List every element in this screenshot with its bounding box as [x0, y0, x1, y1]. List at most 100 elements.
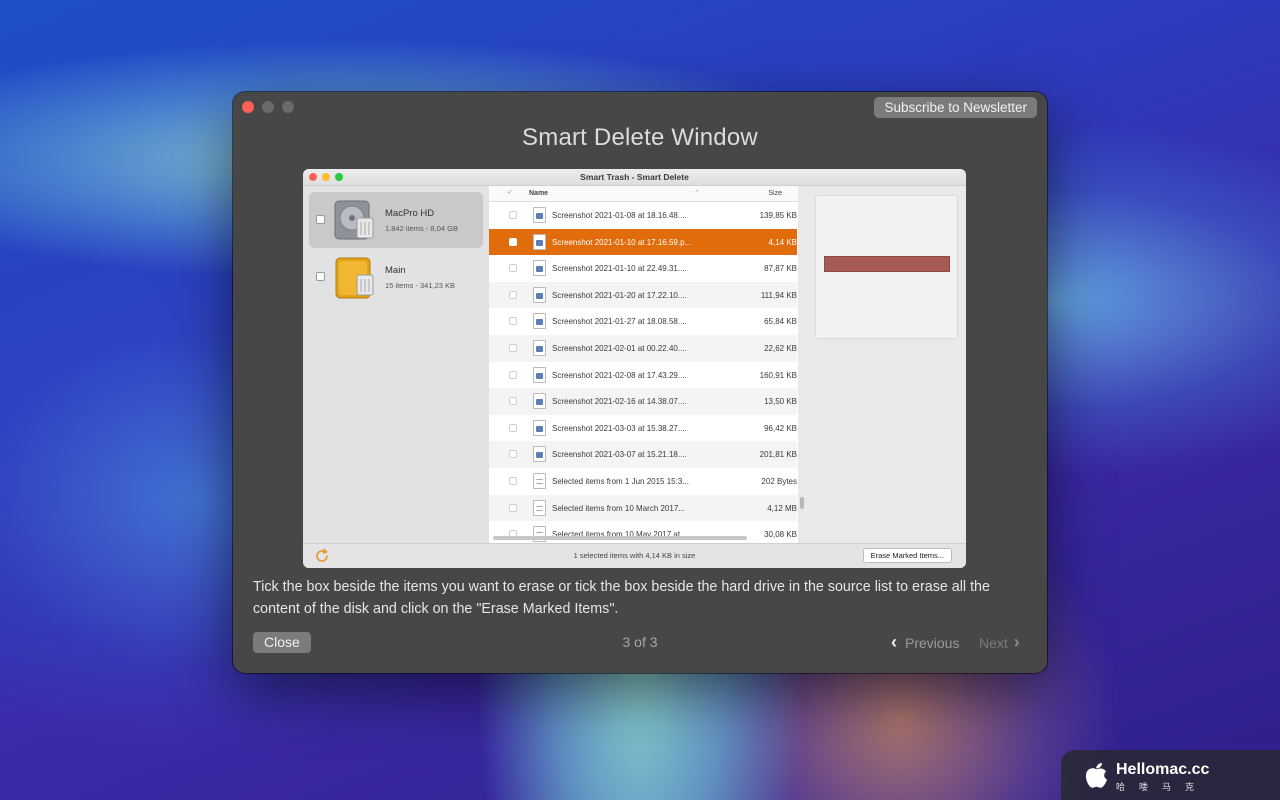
image-file-icon [533, 260, 546, 277]
tour-description: Tick the box beside the items you want t… [253, 579, 990, 617]
source-size: 15 items - 341,23 KB [385, 281, 456, 290]
previous-label: Previous [905, 634, 960, 651]
image-file-icon [533, 393, 546, 410]
file-size: 30,08 KB [764, 530, 797, 540]
file-size: 201,81 KB [759, 450, 797, 460]
file-name: Screenshot 2021-03-03 at 15.38.27.... [552, 423, 687, 433]
file-row: Screenshot 2021-02-08 at 17.43.29.... 160… [489, 362, 797, 389]
source-item-main: Main 15 items - 341,23 KB [309, 249, 483, 305]
inner-footer: 1 selected items with 4,14 KB in size Er… [303, 543, 966, 568]
file-name: Selected items from 1 Jun 2015 15:3... [552, 476, 689, 486]
image-file-icon [533, 207, 546, 223]
file-name: Screenshot 2021-01-20 at 17.22.10.... [552, 290, 687, 300]
row-checkbox [509, 343, 517, 352]
file-name: Screenshot 2021-01-10 at 17.16.59.p... [552, 237, 692, 247]
file-name: Screenshot 2021-01-08 at 18.16.48.... [552, 211, 687, 220]
source-checkbox [316, 272, 325, 281]
row-checkbox [509, 370, 517, 379]
source-list: MacPro HD 1.842 items - 8,04 GB Main 15 … [303, 186, 489, 543]
document-file-icon [533, 472, 546, 489]
image-file-icon [533, 233, 546, 250]
checkmark-column-icon: ✓ [507, 189, 513, 196]
hard-drive-icon [334, 200, 374, 240]
source-name: Main [385, 265, 406, 276]
previous-button[interactable]: ‹ Previous [891, 632, 959, 653]
file-size: 139,85 KB [759, 211, 797, 220]
file-size: 160,91 KB [759, 370, 797, 380]
file-name: Screenshot 2021-02-08 at 17.43.29.... [552, 370, 687, 380]
row-checkbox [509, 503, 517, 512]
watermark: Hellomac.cc 哈喽马克 [1061, 750, 1280, 800]
next-button: Next › [979, 632, 1020, 653]
inner-titlebar: Smart Trash - Smart Delete [303, 169, 966, 186]
file-row: Screenshot 2021-01-27 at 18.08.58.... 65,… [489, 308, 797, 335]
source-checkbox [316, 215, 325, 224]
file-list-header: ✓ Name ⌃ Size [489, 186, 798, 202]
source-name: MacPro HD [385, 208, 435, 219]
row-checkbox [509, 423, 517, 432]
sort-chevron-icon: ⌃ [694, 190, 700, 197]
file-row: Selected items from 1 Jun 2015 15:3... 20… [489, 468, 797, 495]
chevron-right-icon: › [1013, 632, 1020, 652]
image-file-icon [533, 286, 546, 303]
file-row: Screenshot 2021-03-07 at 15.21.18.... 201… [489, 441, 797, 468]
file-name: Selected items from 10 March 2017... [552, 503, 685, 513]
vertical-scrollbar [800, 497, 804, 509]
external-drive-icon [335, 257, 374, 299]
row-checkbox [509, 450, 517, 459]
next-label: Next [979, 634, 1008, 651]
watermark-subtitle: 哈喽马克 [1116, 782, 1209, 792]
row-checkbox [509, 237, 517, 246]
file-name: Screenshot 2021-01-27 at 18.08.58.... [552, 317, 687, 327]
row-checkbox [509, 290, 517, 299]
file-size: 96,42 KB [764, 423, 797, 433]
window-controls [242, 101, 294, 113]
image-file-icon [533, 313, 546, 330]
minimize-window-button[interactable] [262, 101, 274, 113]
preview-pane [815, 195, 958, 339]
file-row: Screenshot 2021-01-10 at 17.16.59.p... 4,… [489, 228, 797, 256]
row-checkbox [509, 317, 517, 326]
file-name: Screenshot 2021-02-01 at 00.22.40.... [552, 343, 687, 353]
size-column-header: Size [768, 190, 782, 197]
erase-marked-items-button: Erase Marked Items... [862, 548, 952, 563]
file-row: Screenshot 2021-01-08 at 18.16.48.... 139… [489, 202, 797, 229]
inner-window-title: Smart Trash - Smart Delete [580, 172, 689, 182]
watermark-title: Hellomac.cc [1116, 761, 1210, 778]
file-rows: Screenshot 2021-01-08 at 18.16.48.... 139… [489, 202, 797, 543]
zoom-window-button[interactable] [282, 101, 294, 113]
file-row: Screenshot 2021-01-20 at 17.22.10.... 111… [489, 281, 797, 309]
row-checkbox [509, 211, 517, 219]
image-file-icon [533, 446, 546, 463]
file-row: Screenshot 2021-02-01 at 00.22.40.... 22,… [489, 334, 797, 362]
file-size: 13,50 KB [764, 397, 797, 407]
file-row: Screenshot 2021-01-10 at 22.49.31.... 87,… [489, 255, 797, 282]
file-size: 111,94 KB [760, 290, 797, 300]
file-size: 87,87 KB [764, 264, 797, 274]
file-list: ✓ Name ⌃ Size Screenshot 2021-01-08 at 1… [489, 186, 798, 543]
file-size: 4,14 KB [768, 237, 797, 247]
preview-thumbnail [824, 256, 950, 272]
document-file-icon [533, 499, 546, 516]
subscribe-newsletter-button[interactable]: Subscribe to Newsletter [874, 97, 1037, 118]
file-name: Screenshot 2021-02-16 at 14.38.07.... [552, 397, 687, 407]
row-checkbox [509, 397, 517, 406]
horizontal-scrollbar [493, 536, 747, 540]
file-size: 202 Bytes [761, 476, 797, 486]
image-file-icon [533, 339, 546, 356]
source-item-macpro-hd: MacPro HD 1.842 items - 8,04 GB [309, 192, 483, 248]
file-row: Selected items from 10 March 2017... 4,12… [489, 494, 797, 522]
apple-logo-icon [1085, 763, 1107, 788]
file-size: 4,12 MB [767, 503, 797, 513]
image-file-icon [533, 366, 546, 383]
file-name: Screenshot 2021-03-07 at 15.21.18.... [552, 450, 687, 460]
tour-window: Subscribe to Newsletter Smart Delete Win… [233, 92, 1047, 673]
chevron-left-icon: ‹ [891, 632, 897, 652]
row-checkbox [509, 264, 517, 273]
close-window-button[interactable] [242, 101, 254, 113]
file-size: 65,84 KB [764, 317, 797, 327]
row-checkbox [509, 476, 517, 485]
file-size: 22,62 KB [764, 343, 797, 353]
tour-title: Smart Delete Window [522, 124, 758, 151]
file-row: Screenshot 2021-03-03 at 15.38.27.... 96,… [489, 415, 797, 442]
